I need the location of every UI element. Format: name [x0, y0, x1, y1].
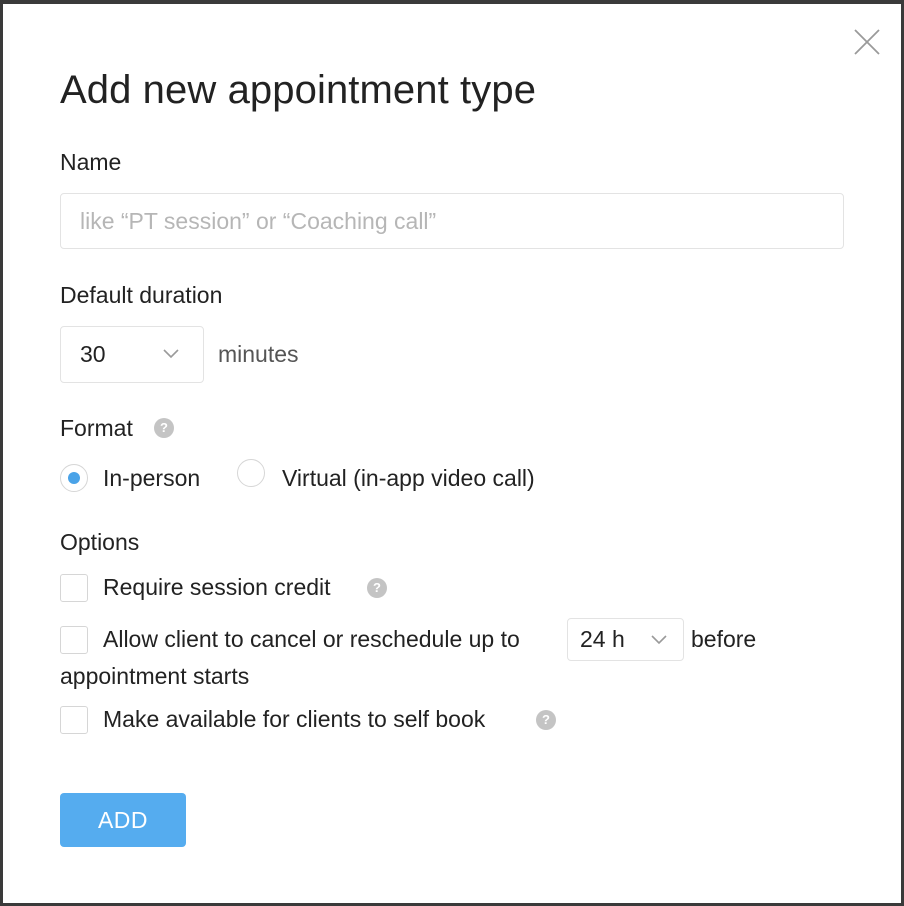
self-book-label[interactable]: Make available for clients to self book: [103, 705, 485, 733]
add-appointment-type-dialog: Add new appointment type Name Default du…: [3, 4, 901, 903]
self-book-checkbox[interactable]: [60, 706, 88, 734]
chevron-down-icon: [651, 635, 667, 645]
question-icon[interactable]: ?: [367, 578, 387, 598]
format-label: Format: [60, 415, 133, 441]
require-session-credit-label[interactable]: Require session credit: [103, 573, 331, 601]
duration-select-value: 30: [80, 341, 106, 367]
add-button[interactable]: ADD: [60, 793, 186, 847]
duration-unit: minutes: [218, 341, 299, 367]
name-label: Name: [60, 149, 122, 175]
options-label: Options: [60, 529, 140, 555]
cancel-window-select-value: 24 h: [580, 626, 625, 652]
allow-cancel-label-wrap: appointment starts: [60, 663, 250, 689]
dialog-title: Add new appointment type: [60, 68, 537, 112]
radio-in-person-label[interactable]: In-person: [103, 464, 200, 492]
duration-select[interactable]: 30: [60, 326, 204, 383]
require-session-credit-checkbox[interactable]: [60, 574, 88, 602]
radio-in-person[interactable]: [60, 464, 88, 492]
cancel-window-select[interactable]: 24 h: [567, 618, 684, 661]
radio-virtual[interactable]: [237, 459, 265, 487]
allow-cancel-label-after: before: [691, 626, 757, 652]
default-duration-label: Default duration: [60, 282, 223, 308]
close-icon[interactable]: [851, 26, 883, 58]
allow-cancel-checkbox[interactable]: [60, 626, 88, 654]
question-icon[interactable]: ?: [536, 710, 556, 730]
name-input[interactable]: [60, 193, 844, 249]
allow-cancel-label[interactable]: Allow client to cancel or reschedule up …: [103, 625, 520, 653]
question-icon[interactable]: ?: [154, 418, 174, 438]
radio-virtual-label[interactable]: Virtual (in-app video call): [282, 464, 535, 492]
chevron-down-icon: [163, 349, 179, 359]
